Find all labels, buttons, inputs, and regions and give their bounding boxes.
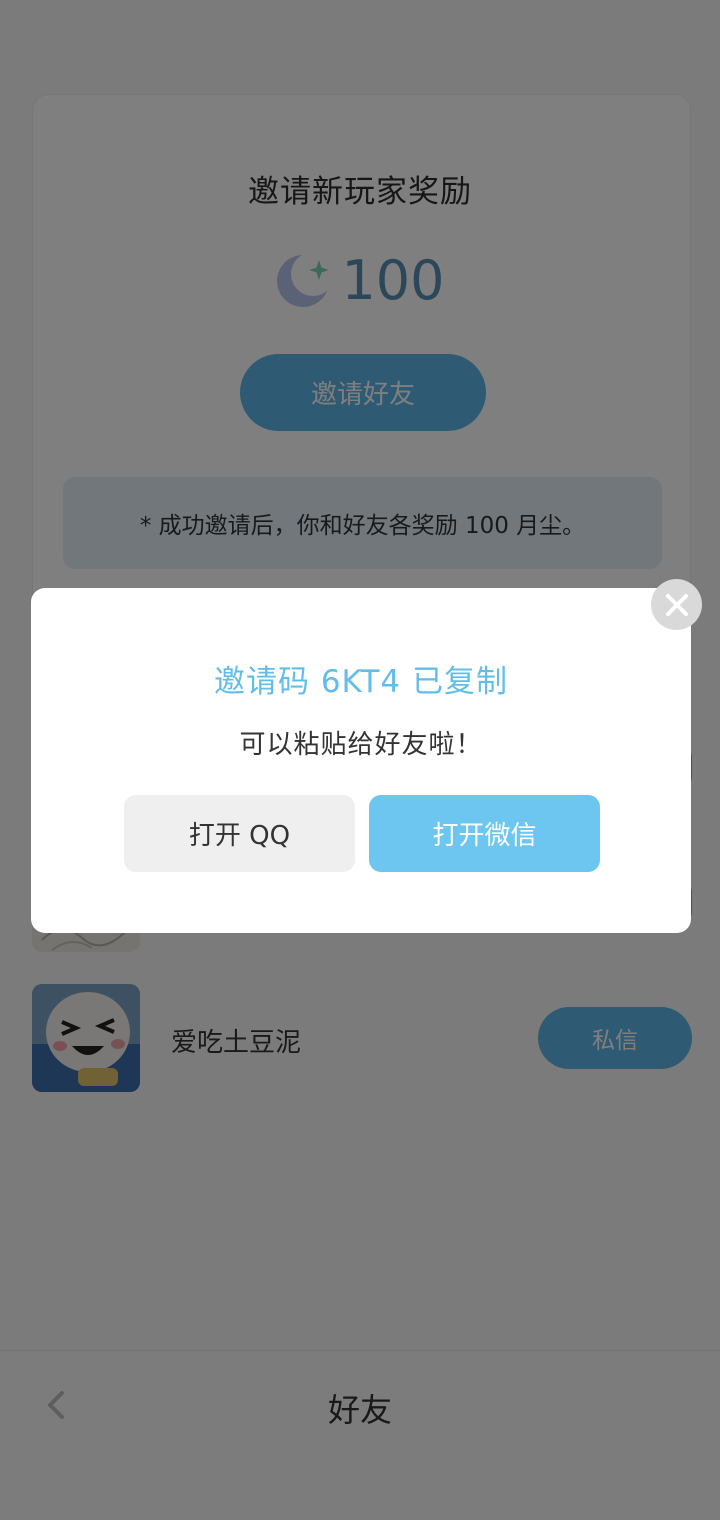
- dialog-title: 邀请码 6KT4 已复制: [213, 664, 508, 700]
- open-wechat-button[interactable]: 打开微信: [369, 795, 600, 872]
- dialog-message: 可以粘贴给好友啦！: [239, 730, 483, 760]
- open-qq-button[interactable]: 打开 QQ: [124, 795, 355, 872]
- close-button[interactable]: [651, 579, 702, 630]
- invite-code-copied-dialog: 邀请码 6KT4 已复制 可以粘贴给好友啦！ 打开 QQ 打开微信: [31, 588, 691, 933]
- close-icon: [665, 593, 688, 616]
